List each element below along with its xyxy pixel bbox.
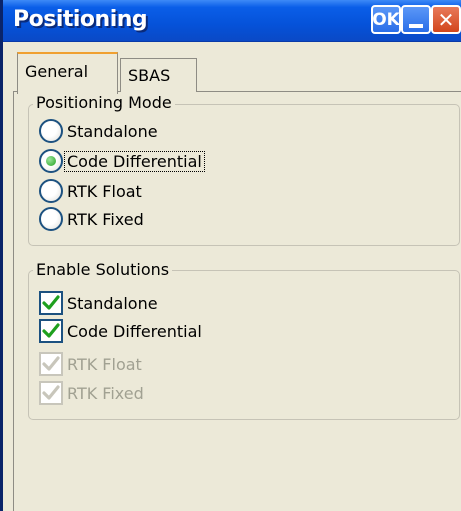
radio-button-icon (39, 179, 63, 203)
enable-solutions-title: Enable Solutions (33, 260, 173, 280)
title-bar: Positioning OK ✕ (3, 0, 461, 42)
checkbox-standalone-label: Standalone (67, 293, 158, 313)
ok-button[interactable]: OK (371, 5, 401, 34)
checkbox-rtk-fixed: RTK Fixed (39, 381, 144, 405)
tab-sbas[interactable]: SBAS (120, 58, 197, 92)
radio-standalone[interactable]: Standalone (39, 119, 158, 143)
minimize-icon (409, 23, 423, 28)
checkbox-rtk-fixed-label: RTK Fixed (67, 383, 144, 403)
checkbox-standalone[interactable]: Standalone (39, 291, 158, 315)
checkbox-rtk-float-label: RTK Float (67, 354, 142, 374)
radio-code-differential-label: Code Differential (64, 150, 205, 172)
radio-rtk-float[interactable]: RTK Float (39, 179, 142, 203)
radio-rtk-fixed-label: RTK Fixed (67, 209, 144, 229)
positioning-mode-title: Positioning Mode (33, 93, 175, 113)
radio-rtk-float-label: RTK Float (67, 181, 142, 201)
checkbox-disabled-icon (39, 381, 63, 405)
radio-rtk-fixed[interactable]: RTK Fixed (39, 207, 144, 231)
checkbox-code-differential[interactable]: Code Differential (39, 319, 202, 343)
radio-button-icon (39, 207, 63, 231)
checkbox-checked-icon (39, 291, 63, 315)
checkbox-rtk-float: RTK Float (39, 352, 142, 376)
tab-general[interactable]: General (17, 52, 118, 94)
minimize-button[interactable] (401, 5, 431, 34)
checkbox-code-differential-label: Code Differential (67, 321, 202, 341)
radio-code-differential[interactable]: Code Differential (39, 149, 205, 173)
checkbox-disabled-icon (39, 352, 63, 376)
radio-standalone-label: Standalone (67, 121, 158, 141)
tab-sbas-label: SBAS (128, 66, 171, 85)
checkbox-checked-icon (39, 319, 63, 343)
positioning-window: Positioning OK ✕ General SBAS Positionin… (0, 0, 461, 511)
close-button[interactable]: ✕ (431, 5, 461, 34)
close-icon: ✕ (437, 7, 455, 32)
radio-button-icon (39, 119, 63, 143)
window-title: Positioning (13, 7, 148, 32)
tab-general-label: General (25, 62, 89, 81)
radio-button-selected-icon (39, 149, 63, 173)
